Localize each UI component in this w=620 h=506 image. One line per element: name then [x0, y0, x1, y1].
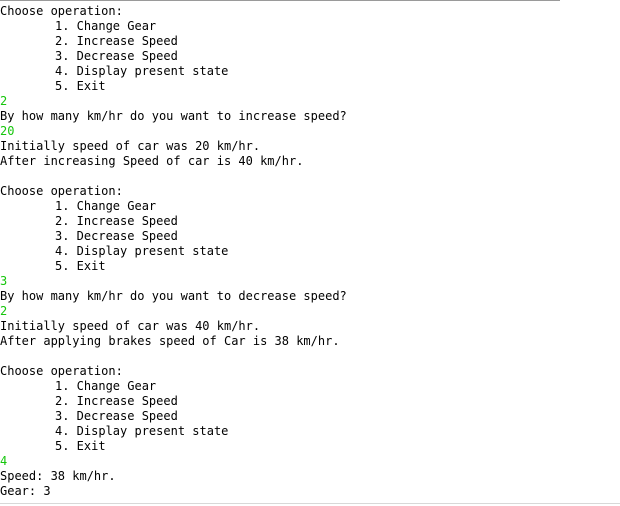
- console-line: By how many km/hr do you want to increas…: [0, 109, 347, 123]
- top-border: [0, 0, 560, 1]
- menu-option-line: 1. Change Gear: [55, 199, 157, 213]
- console-line: Choose operation:: [0, 184, 123, 198]
- console-line: After applying brakes speed of Car is 38…: [0, 334, 340, 348]
- user-input-line: 2: [0, 94, 8, 108]
- console-line: Choose operation:: [0, 4, 123, 18]
- console-line: Gear: 3: [0, 484, 51, 498]
- console-output: Choose operation: 1. Change Gear 2. Increa…: [0, 4, 347, 499]
- console-line: Choose operation:: [0, 364, 123, 378]
- user-input-line: 3: [0, 274, 8, 288]
- console-line: Initially speed of car was 40 km/hr.: [0, 319, 261, 333]
- menu-option-line: 5. Exit: [55, 259, 106, 273]
- console-window[interactable]: Choose operation: 1. Change Gear 2. Increa…: [0, 0, 620, 504]
- user-input-line: 20: [0, 124, 15, 138]
- menu-option-line: 2. Increase Speed: [55, 214, 178, 228]
- user-input-line: 2: [0, 304, 8, 318]
- console-line: After increasing Speed of car is 40 km/h…: [0, 154, 304, 168]
- menu-option-line: 5. Exit: [55, 439, 106, 453]
- menu-option-line: 3. Decrease Speed: [55, 229, 178, 243]
- user-input-line: 4: [0, 454, 8, 468]
- menu-option-line: 2. Increase Speed: [55, 34, 178, 48]
- menu-option-line: 5. Exit: [55, 79, 106, 93]
- console-line: Speed: 38 km/hr.: [0, 469, 116, 483]
- console-line: By how many km/hr do you want to decreas…: [0, 289, 347, 303]
- menu-option-line: 4. Display present state: [55, 64, 229, 78]
- menu-option-line: 4. Display present state: [55, 244, 229, 258]
- menu-option-line: 1. Change Gear: [55, 19, 157, 33]
- menu-option-line: 3. Decrease Speed: [55, 409, 178, 423]
- menu-option-line: 2. Increase Speed: [55, 394, 178, 408]
- menu-option-line: 4. Display present state: [55, 424, 229, 438]
- console-line: Initially speed of car was 20 km/hr.: [0, 139, 261, 153]
- menu-option-line: 3. Decrease Speed: [55, 49, 178, 63]
- menu-option-line: 1. Change Gear: [55, 379, 157, 393]
